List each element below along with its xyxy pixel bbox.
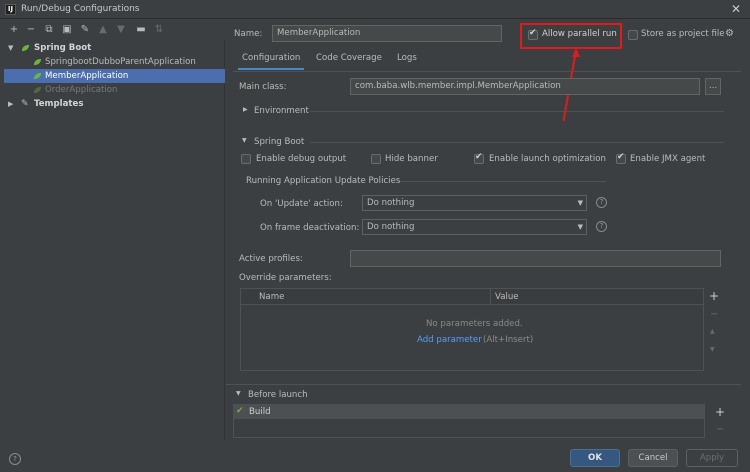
add-icon[interactable]: + (8, 24, 20, 35)
spring-leaf-icon (33, 72, 42, 80)
chevron-down-icon[interactable]: ▼ (242, 137, 247, 144)
on-update-label: On 'Update' action: (260, 199, 343, 209)
column-header-name[interactable]: Name (259, 292, 284, 302)
sort-icon[interactable]: ⇅ (153, 24, 165, 35)
tree-item-orderapplication[interactable]: OrderApplication (4, 83, 225, 97)
on-update-value: Do nothing (367, 198, 415, 208)
chevron-right-icon[interactable]: ▶ (243, 106, 248, 113)
apply-button[interactable]: Apply (686, 449, 738, 467)
annotation-arrow-head (572, 48, 580, 57)
policies-title: Running Application Update Policies (246, 176, 401, 186)
column-header-value[interactable]: Value (495, 292, 519, 302)
app-icon: IJ (5, 4, 16, 15)
active-profiles-field[interactable] (350, 250, 721, 267)
settings-gear-icon[interactable]: ⚙ (725, 28, 734, 39)
remove-task-icon[interactable]: − (716, 424, 724, 435)
remove-icon[interactable]: − (710, 309, 718, 320)
tree-group-label: Spring Boot (34, 43, 92, 53)
ok-button[interactable]: OK (570, 449, 620, 467)
section-divider (400, 181, 606, 182)
section-divider (310, 142, 724, 143)
section-divider (310, 111, 724, 112)
hide-banner-label: Hide banner (385, 154, 438, 164)
title-bar: IJ Run/Debug Configurations ✕ (0, 0, 750, 19)
main-class-label: Main class: (239, 82, 287, 92)
enable-jmx-label: Enable JMX agent (630, 154, 706, 164)
wrench-icon[interactable]: ✎ (79, 24, 91, 35)
tree-item-springbootdubbo[interactable]: SpringbootDubboParentApplication (4, 55, 225, 69)
tree-item-memberapplication[interactable]: MemberApplication (4, 69, 225, 83)
on-frame-select[interactable]: Do nothing ▼ (362, 219, 587, 235)
store-project-checkbox[interactable] (628, 30, 638, 40)
tree-group-templates[interactable]: ▶ ✎ Templates (4, 97, 225, 111)
tree-group-spring-boot[interactable]: ▼ Spring Boot (4, 41, 225, 55)
spring-leaf-icon (33, 86, 42, 94)
hammer-icon: ✔ (236, 406, 244, 416)
config-tree: ▼ Spring Boot SpringbootDubboParentAppli… (4, 40, 225, 440)
name-label: Name: (234, 29, 263, 39)
enable-debug-label: Enable debug output (256, 154, 347, 164)
on-update-select[interactable]: Do nothing ▼ (362, 195, 587, 211)
help-icon[interactable]: ? (596, 221, 607, 232)
on-frame-label: On frame deactivation: (260, 223, 360, 233)
override-parameters-table: Name Value No parameters added. Add para… (240, 288, 704, 371)
move-down-icon[interactable]: ▼ (710, 346, 715, 353)
tree-item-label: SpringbootDubboParentApplication (45, 57, 196, 67)
dropdown-arrow-icon: ▼ (577, 199, 583, 207)
hide-banner-checkbox[interactable] (371, 154, 381, 164)
dropdown-arrow-icon: ▼ (577, 223, 583, 231)
add-parameter-hint: (Alt+Insert) (483, 335, 534, 345)
chevron-down-icon[interactable]: ▼ (236, 390, 241, 397)
active-profiles-label: Active profiles: (239, 254, 303, 264)
tree-item-label: MemberApplication (45, 71, 129, 81)
folder-icon[interactable]: ▬ (135, 24, 147, 35)
enable-launch-checkbox[interactable] (474, 152, 484, 164)
add-icon[interactable]: + (709, 289, 719, 303)
tree-item-label: OrderApplication (45, 85, 118, 95)
chevron-down-icon[interactable]: ▼ (8, 41, 13, 55)
table-header: Name Value (241, 289, 703, 305)
tree-group-label: Templates (34, 99, 84, 109)
window-title: Run/Debug Configurations (21, 4, 140, 14)
environment-section[interactable]: Environment (254, 106, 309, 116)
annotation-box (520, 23, 622, 49)
override-label: Override parameters: (239, 273, 332, 283)
column-divider (490, 289, 491, 304)
close-icon[interactable]: ✕ (728, 1, 744, 17)
empty-text: No parameters added. (426, 319, 523, 329)
tab-divider (233, 71, 741, 72)
enable-debug-checkbox[interactable] (241, 154, 251, 164)
spring-leaf-icon (33, 58, 42, 66)
save-icon[interactable]: ▣ (61, 24, 73, 35)
build-task: Build (249, 407, 271, 417)
enable-jmx-checkbox[interactable] (616, 152, 626, 164)
before-launch-list: ✔ Build (233, 404, 705, 438)
add-parameter-link[interactable]: Add parameter (417, 335, 482, 345)
chevron-right-icon[interactable]: ▶ (8, 97, 13, 111)
tab-code-coverage[interactable]: Code Coverage (316, 53, 382, 63)
main-class-field[interactable]: com.baba.wlb.member.impl.MemberApplicati… (350, 78, 700, 95)
help-icon[interactable]: ? (596, 197, 607, 208)
add-task-icon[interactable]: + (715, 405, 725, 419)
cancel-button[interactable]: Cancel (628, 449, 678, 467)
move-up-icon[interactable]: ▲ (97, 24, 109, 35)
help-icon[interactable]: ? (9, 453, 21, 465)
copy-icon[interactable]: ⧉ (43, 24, 55, 35)
enable-launch-label: Enable launch optimization (489, 154, 606, 164)
tab-configuration[interactable]: Configuration (237, 53, 305, 70)
spring-leaf-icon (21, 44, 30, 52)
move-up-icon[interactable]: ▲ (710, 328, 715, 335)
spring-boot-section[interactable]: Spring Boot (254, 137, 304, 147)
before-launch-title: Before launch (248, 390, 308, 400)
wrench-icon: ✎ (21, 99, 29, 109)
tab-logs[interactable]: Logs (397, 53, 417, 63)
browse-button[interactable]: ... (705, 78, 721, 95)
remove-icon[interactable]: − (25, 24, 37, 35)
list-item[interactable]: ✔ Build (234, 405, 704, 419)
name-field[interactable]: MemberApplication (272, 25, 502, 42)
section-divider (226, 384, 741, 385)
store-project-label: Store as project file (641, 29, 725, 39)
on-frame-value: Do nothing (367, 222, 415, 232)
move-down-icon[interactable]: ▼ (115, 24, 127, 35)
